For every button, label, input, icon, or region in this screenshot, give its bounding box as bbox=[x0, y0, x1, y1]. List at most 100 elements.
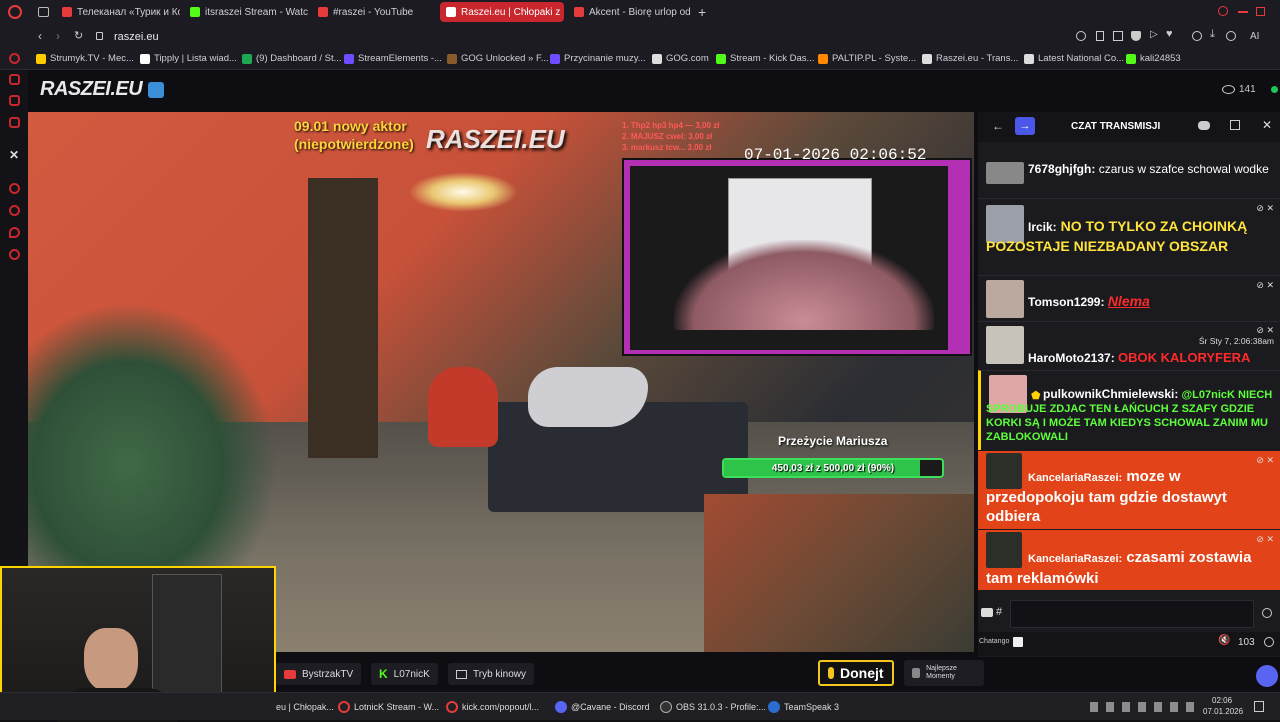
forward-icon[interactable]: › bbox=[56, 29, 60, 43]
best-moments-button[interactable]: Najlepsze Momenty bbox=[904, 660, 984, 686]
chat-mod-icons[interactable]: ⊘ ✕ bbox=[1256, 534, 1274, 545]
bookmark-paltip[interactable]: PALTIP.PL - Syste... bbox=[818, 53, 916, 64]
goal-progress-bar: 450,03 zł z 500,00 zł (90%) bbox=[722, 458, 944, 478]
url-field[interactable]: raszei.eu bbox=[114, 31, 159, 43]
chat-username[interactable]: pulkownikChmielewski: bbox=[1043, 387, 1178, 401]
download-icon[interactable]: ⤓ bbox=[1210, 28, 1215, 41]
kick-icon: K bbox=[379, 667, 388, 681]
history-icon[interactable] bbox=[9, 205, 20, 216]
tab-turik[interactable]: Телеканал «Турик и Кони bbox=[56, 2, 180, 22]
chat-input[interactable] bbox=[1010, 600, 1254, 628]
camera-icon[interactable] bbox=[981, 608, 993, 617]
maximize-icon[interactable] bbox=[1256, 7, 1265, 16]
messenger-icon[interactable] bbox=[9, 53, 20, 64]
bookmark-kali[interactable]: kali24853 bbox=[1126, 53, 1181, 64]
new-tab-button[interactable]: + bbox=[698, 4, 706, 20]
play-icon[interactable]: ▷ bbox=[1150, 29, 1158, 40]
chat-back-icon[interactable]: ← bbox=[992, 119, 1004, 133]
bookmark-tipply[interactable]: Tipply | Lista wiad... bbox=[140, 53, 237, 64]
player-icon[interactable] bbox=[9, 183, 20, 194]
discord-icon[interactable] bbox=[1198, 121, 1210, 130]
mute-icon[interactable]: 🔇 bbox=[1218, 635, 1230, 646]
taskbar-kick-popout[interactable]: kick.com/popout/l... bbox=[446, 698, 539, 716]
chat-settings-icon[interactable] bbox=[1264, 637, 1274, 647]
chat-close-icon[interactable]: ✕ bbox=[1262, 118, 1272, 132]
location-icon[interactable] bbox=[9, 227, 20, 238]
pin-icon[interactable] bbox=[1096, 31, 1104, 41]
extension-icon[interactable] bbox=[1113, 31, 1123, 41]
clock-date[interactable]: 07.01.2026 bbox=[1203, 707, 1243, 716]
webcam-poster bbox=[152, 574, 222, 694]
tab-youtube-raszei[interactable]: #raszei - YouTube bbox=[312, 2, 436, 22]
discord-float-icon[interactable] bbox=[1256, 665, 1278, 687]
top-donor-1: 1. Thp2 hp3 hp4 — 3,00 zł bbox=[622, 121, 720, 130]
pip-object bbox=[674, 240, 934, 330]
chat-username[interactable]: Ircik: bbox=[1028, 220, 1057, 234]
taskbar-discord[interactable]: @Cavane - Discord bbox=[555, 698, 650, 716]
bookmark-raszei-trans[interactable]: Raszei.eu - Trans... bbox=[922, 53, 1018, 64]
tab-akcent[interactable]: Akcent - Biorę urlop od Ci bbox=[568, 2, 692, 22]
minimize-icon[interactable] bbox=[1238, 11, 1248, 13]
chat-bubble-icon[interactable] bbox=[1013, 637, 1023, 647]
donate-button[interactable]: Donejt bbox=[818, 660, 894, 686]
chat-username[interactable]: HaroMoto2137: bbox=[1028, 351, 1115, 365]
chat-username[interactable]: KancelariaRaszei: bbox=[1028, 472, 1122, 484]
bookmark-streamelements[interactable]: StreamElements -... bbox=[344, 53, 442, 64]
christmas-tree bbox=[28, 302, 278, 602]
opera-logo-icon[interactable] bbox=[8, 5, 22, 19]
search-tabs-icon[interactable] bbox=[1218, 6, 1228, 16]
channel-l07nick-button[interactable]: K L07nicK bbox=[371, 663, 438, 685]
instagram-icon[interactable] bbox=[9, 117, 20, 128]
tab-raszei-active[interactable]: Raszei.eu | Chłopaki z bbox=[440, 2, 564, 22]
cinema-mode-button[interactable]: Tryb kinowy bbox=[448, 663, 534, 685]
share-icon[interactable] bbox=[1192, 31, 1202, 41]
ai-label[interactable]: AI bbox=[1250, 31, 1259, 42]
tray-icons[interactable] bbox=[1090, 702, 1194, 712]
bag-icon[interactable] bbox=[9, 74, 20, 85]
chat-username[interactable]: 7678ghjfgh: bbox=[1028, 162, 1095, 176]
notifications-icon[interactable] bbox=[1254, 701, 1264, 712]
chat-username[interactable]: KancelariaRaszei: bbox=[1028, 553, 1122, 565]
bookmark-kick-dashboard[interactable]: Stream - Kick Das... bbox=[716, 53, 814, 64]
goal-progress-text: 450,03 zł z 500,00 zł (90%) bbox=[771, 463, 895, 474]
chat-timestamp: Śr Sty 7, 2:06:38am bbox=[1198, 336, 1274, 346]
chat-bubble-icon[interactable] bbox=[9, 95, 20, 106]
chat-text: Nlema bbox=[1107, 293, 1150, 309]
account-icon[interactable] bbox=[1226, 31, 1236, 41]
site-badge-icon[interactable] bbox=[148, 82, 164, 98]
bookmark-strumyk[interactable]: Strumyk.TV - Mec... bbox=[36, 53, 134, 64]
reload-icon[interactable]: ↻ bbox=[74, 29, 83, 42]
bookmark-favicon bbox=[716, 53, 726, 64]
chat-mod-icons[interactable]: ⊘ ✕ bbox=[1256, 280, 1274, 291]
taskbar-obs[interactable]: OBS 31.0.3 - Profile:... bbox=[660, 698, 766, 716]
taskbar-lotnick[interactable]: LotnicK Stream - W... bbox=[338, 698, 439, 716]
bookmark-gog-unlocked[interactable]: GOG Unlocked » F... bbox=[447, 53, 549, 64]
x-twitter-icon[interactable]: ✕ bbox=[9, 148, 19, 162]
chat-forward-button[interactable]: → bbox=[1015, 117, 1035, 135]
bookmark-national[interactable]: Latest National Co... bbox=[1024, 53, 1124, 64]
site-logo[interactable]: RASZEI.EU bbox=[40, 78, 143, 101]
bookmark-przycinanie[interactable]: Przycinanie muzy... bbox=[550, 53, 646, 64]
kick-icon bbox=[190, 7, 200, 17]
chatango-label[interactable]: Chatango bbox=[979, 638, 1009, 645]
taskbar-teamspeak[interactable]: TeamSpeak 3 bbox=[768, 698, 839, 716]
heart-icon[interactable]: ♥ bbox=[1166, 28, 1173, 40]
emoji-icon[interactable] bbox=[1262, 608, 1272, 618]
channel-bystrzak-button[interactable]: BystrzakTV bbox=[276, 663, 362, 685]
workspaces-icon[interactable] bbox=[38, 7, 49, 17]
chat-mod-icons[interactable]: ⊘ ✕ bbox=[1256, 325, 1274, 336]
chat-mod-icons[interactable]: ⊘ ✕ bbox=[1256, 203, 1274, 214]
bookmark-dashboard[interactable]: (9) Dashboard / St... bbox=[242, 53, 342, 64]
popout-icon[interactable] bbox=[1230, 120, 1240, 130]
back-icon[interactable]: ‹ bbox=[38, 29, 42, 43]
chat-username[interactable]: Tomson1299: bbox=[1028, 295, 1104, 309]
chat-mod-icons[interactable]: ⊘ ✕ bbox=[1256, 455, 1274, 466]
clock-time[interactable]: 02:06 bbox=[1212, 696, 1232, 705]
shield-icon[interactable] bbox=[1131, 31, 1141, 41]
bookmark-gog[interactable]: GOG.com bbox=[652, 53, 709, 64]
tab-kick-stream[interactable]: itsraszei Stream - Watch L bbox=[184, 2, 308, 22]
taskbar-raszei[interactable]: eu | Chłopak... bbox=[276, 698, 334, 716]
stream-watermark: RASZEI.EU bbox=[426, 124, 565, 154]
settings-gear-icon[interactable] bbox=[9, 249, 20, 260]
zoom-icon[interactable] bbox=[1076, 31, 1086, 41]
